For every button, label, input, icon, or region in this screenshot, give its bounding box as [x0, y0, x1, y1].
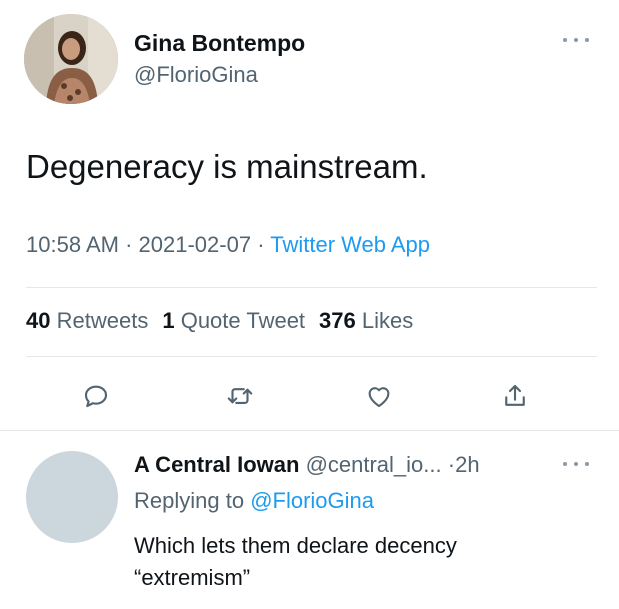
share-icon — [505, 384, 525, 406]
more-options-icon[interactable] — [563, 32, 589, 48]
likes-label: Likes — [361, 308, 414, 333]
reply-header: A Central Iowan @central_io... ·2h — [134, 452, 480, 478]
reply-author-avatar[interactable] — [26, 451, 118, 543]
reply-text: Which lets them declare decency “extremi… — [134, 533, 457, 590]
divider — [0, 430, 619, 431]
quote-tweets-stat[interactable]: 1 Quote Tweet — [162, 308, 305, 333]
retweets-stat[interactable]: 40 Retweets — [26, 308, 148, 333]
dot — [563, 462, 567, 466]
reply-button[interactable] — [78, 378, 114, 414]
tweet-text: Degeneracy is mainstream. — [26, 148, 428, 185]
dot — [574, 462, 578, 466]
replying-to: Replying to @FlorioGina — [134, 488, 374, 514]
author-name[interactable]: Gina Bontempo — [134, 30, 305, 57]
reply-more-options-icon[interactable] — [563, 456, 589, 472]
reply-age[interactable]: 2h — [455, 452, 479, 477]
tweet-date[interactable]: 2021-02-07 — [139, 232, 252, 257]
tweet-stats: 40 Retweets 1 Quote Tweet 376 Likes — [26, 308, 413, 334]
meta-separator: · — [125, 232, 133, 257]
dot — [585, 462, 589, 466]
author-handle[interactable]: @FlorioGina — [134, 62, 258, 88]
likes-stat[interactable]: 376 Likes — [319, 308, 413, 333]
quotes-count: 1 — [162, 308, 175, 333]
dot — [563, 38, 567, 42]
replying-handle-link[interactable]: @FlorioGina — [250, 488, 374, 513]
author-photo-image — [24, 14, 118, 104]
retweet-icon — [227, 388, 253, 404]
reply-icon — [84, 385, 108, 408]
author-avatar[interactable] — [24, 14, 118, 104]
retweets-count: 40 — [26, 308, 51, 333]
heart-icon — [368, 387, 390, 408]
retweet-button[interactable] — [222, 378, 258, 414]
reply-author-handle[interactable]: @central_io... — [306, 452, 442, 477]
tweet-meta: 10:58 AM · 2021-02-07 · Twitter Web App — [26, 232, 430, 258]
replying-prefix: Replying to — [134, 488, 245, 513]
tweet-source-link[interactable]: Twitter Web App — [270, 232, 430, 257]
retweets-label: Retweets — [56, 308, 149, 333]
dot — [574, 38, 578, 42]
like-button[interactable] — [361, 378, 397, 414]
tweet-time[interactable]: 10:58 AM — [26, 232, 119, 257]
reply-separator: · — [447, 452, 456, 477]
likes-count: 376 — [319, 308, 356, 333]
reply-author-name[interactable]: A Central Iowan — [134, 452, 299, 477]
tweet-detail-page: Gina Bontempo @FlorioGina Degeneracy is … — [0, 0, 619, 609]
divider — [26, 356, 597, 357]
meta-separator: · — [257, 232, 265, 257]
share-button[interactable] — [497, 378, 533, 414]
divider — [26, 287, 597, 288]
quotes-label: Quote Tweet — [180, 308, 306, 333]
dot — [585, 38, 589, 42]
